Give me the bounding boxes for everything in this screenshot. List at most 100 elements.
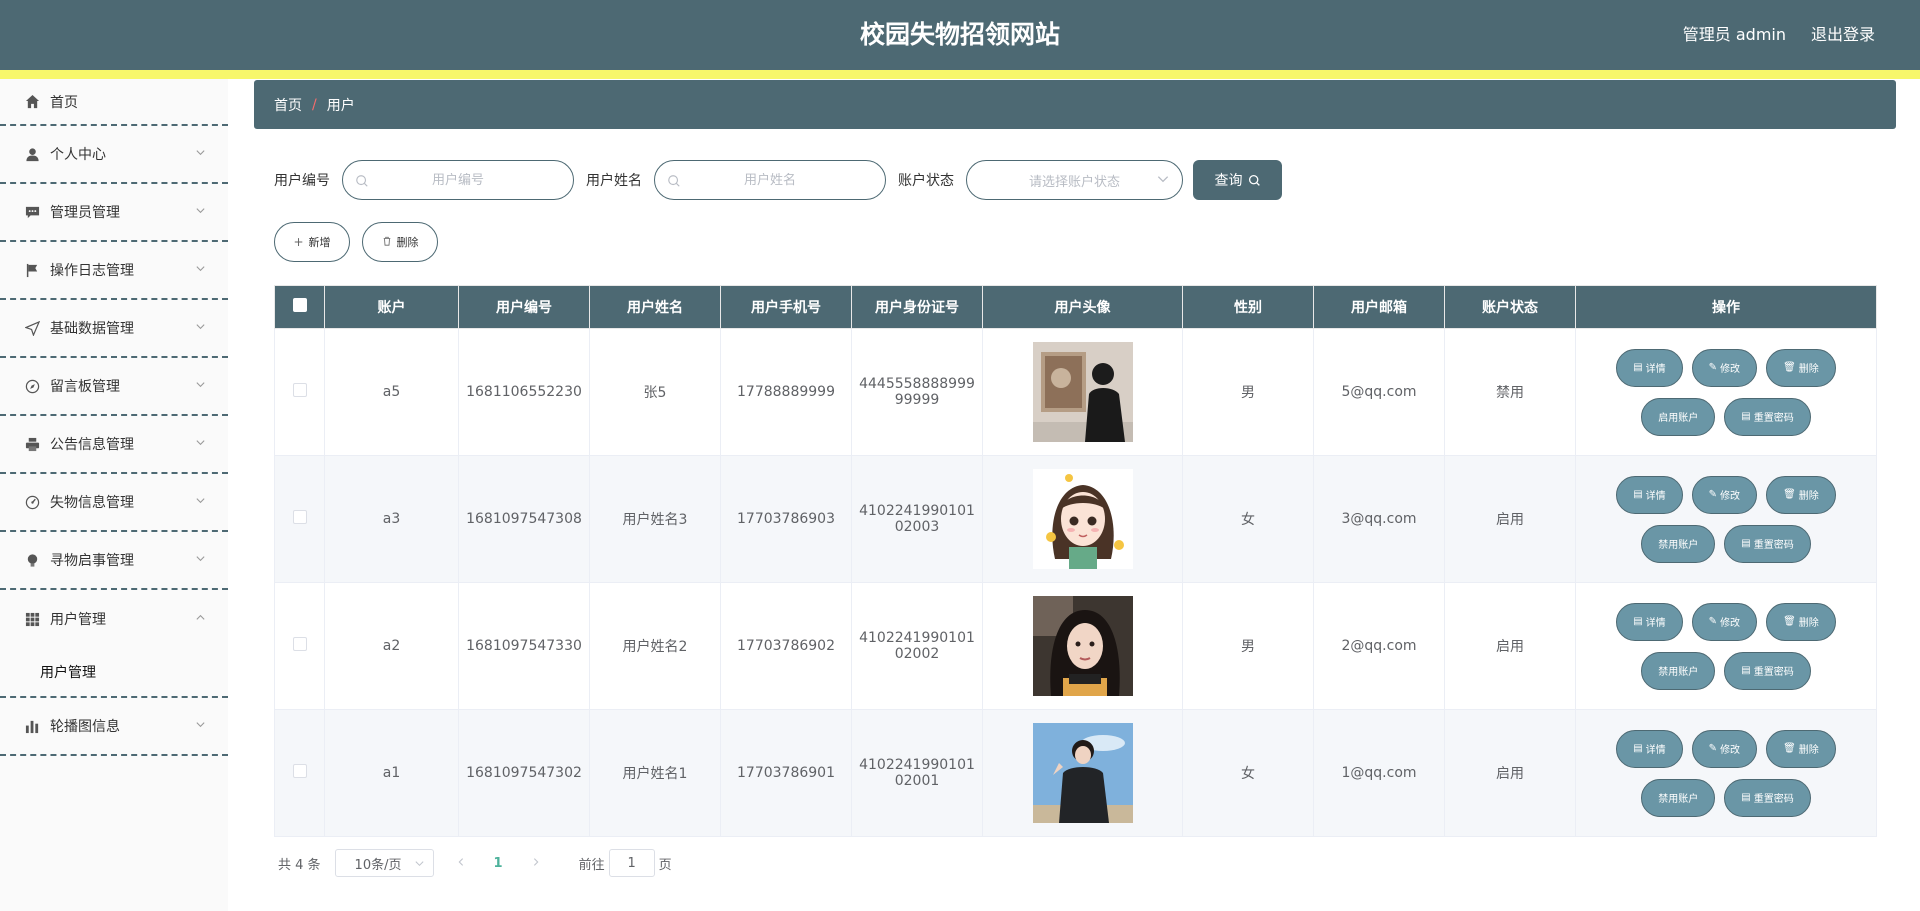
toggle-account-button[interactable]: 启用账户 [1641, 397, 1716, 436]
plus-icon: + [293, 235, 304, 249]
avatar-cell [982, 328, 1183, 456]
sidebar-item-home[interactable]: 首页 [0, 79, 228, 126]
page-size-select[interactable]: 10条/页 [334, 849, 434, 877]
name-cell: 用户姓名2 [589, 582, 721, 710]
sidebar-item-messages[interactable]: 留言板管理 [0, 358, 228, 416]
query-button[interactable]: 查询 [1193, 160, 1282, 200]
user-code-field[interactable] [342, 160, 574, 200]
toggle-account-button[interactable]: 禁用账户 [1641, 524, 1716, 563]
chevron-right-icon [533, 858, 539, 866]
column-header: 账户 [324, 285, 459, 329]
avatar-cell [982, 582, 1183, 710]
document-icon: ▤ [1741, 538, 1751, 549]
sidebar-item-lostitems[interactable]: 失物信息管理 [0, 474, 228, 532]
detail-button[interactable]: ▤ 详情 [1616, 729, 1683, 768]
id-card-cell: 4102241990101 02002 [851, 582, 983, 710]
chevron-down-icon [195, 437, 206, 451]
row-delete-button[interactable]: 🗑 删除 [1766, 602, 1836, 641]
chevron-down-icon [195, 321, 206, 335]
avatar-image[interactable] [1032, 342, 1133, 442]
chevron-down-icon [1156, 172, 1170, 190]
table-row: a1 1681097547302 用户姓名1 17703786901 41022… [274, 709, 1877, 837]
prev-page-button[interactable] [456, 855, 466, 871]
detail-button[interactable]: ▤ 详情 [1616, 602, 1683, 641]
detail-button[interactable]: ▤ 详情 [1616, 475, 1683, 514]
account-cell: a2 [324, 582, 459, 710]
delete-button[interactable]: 删除 [362, 222, 438, 262]
breadcrumb-separator: / [312, 96, 317, 113]
chevron-down-icon [195, 719, 206, 733]
avatar-image[interactable] [1032, 596, 1133, 696]
sidebar-item-oplog[interactable]: 操作日志管理 [0, 242, 228, 300]
detail-button[interactable]: ▤ 详情 [1616, 348, 1683, 387]
printer-icon [25, 437, 40, 452]
toolbar: + 新增 删除 [274, 222, 450, 262]
status-cell: 启用 [1444, 455, 1576, 583]
sidebar-item-notices[interactable]: 公告信息管理 [0, 416, 228, 474]
row-delete-button[interactable]: 🗑 删除 [1766, 348, 1836, 387]
sidebar-item-users[interactable]: 用户管理 [0, 590, 228, 648]
trash-icon: 🗑 [1783, 362, 1796, 373]
gender-cell: 女 [1182, 709, 1314, 837]
reset-password-button[interactable]: ▤ 重置密码 [1724, 651, 1811, 690]
trash-icon: 🗑 [1783, 616, 1796, 627]
phone-cell: 17703786903 [720, 455, 852, 583]
reset-password-button[interactable]: ▤ 重置密码 [1724, 397, 1811, 436]
toggle-account-button[interactable]: 禁用账户 [1641, 651, 1716, 690]
row-delete-button[interactable]: 🗑 删除 [1766, 475, 1836, 514]
breadcrumb-home[interactable]: 首页 [274, 95, 302, 115]
row-checkbox[interactable] [292, 510, 307, 524]
document-icon: ▤ [1633, 489, 1643, 500]
user-name-field[interactable] [654, 160, 886, 200]
sidebar-item-carousel[interactable]: 轮播图信息 [0, 698, 228, 756]
id-card-cell: 4445558888999 99999 [851, 328, 983, 456]
phone-cell: 17703786901 [720, 709, 852, 837]
avatar-cell [982, 709, 1183, 837]
sidebar-item-admin[interactable]: 管理员管理 [0, 184, 228, 242]
code-cell: 1681106552230 [458, 328, 590, 456]
toggle-account-button[interactable]: 禁用账户 [1641, 778, 1716, 817]
edit-button[interactable]: ✎ 修改 [1691, 729, 1758, 768]
user-code-input[interactable] [383, 172, 533, 188]
edit-button[interactable]: ✎ 修改 [1691, 475, 1758, 514]
select-all-checkbox[interactable] [292, 298, 307, 312]
row-delete-button[interactable]: 🗑 删除 [1766, 729, 1836, 768]
reset-password-button[interactable]: ▤ 重置密码 [1724, 778, 1811, 817]
logout-button[interactable]: 退出登录 [1811, 0, 1875, 70]
name-cell: 张5 [589, 328, 721, 456]
total-count: 共 4 条 [278, 857, 321, 873]
document-icon: ▤ [1741, 665, 1751, 676]
edit-button[interactable]: ✎ 修改 [1691, 602, 1758, 641]
select-all-cell [274, 285, 325, 329]
user-name-input[interactable] [695, 172, 845, 188]
account-cell: a5 [324, 328, 459, 456]
operations-cell: ▤ 详情 ✎ 修改 🗑 删除 启用账户 ▤ 重置密码 [1575, 328, 1877, 456]
sidebar-subitem-user-management[interactable]: 用户管理 [0, 648, 228, 698]
add-button[interactable]: + 新增 [274, 222, 350, 262]
reset-password-button[interactable]: ▤ 重置密码 [1724, 524, 1811, 563]
avatar-image[interactable] [1032, 469, 1133, 569]
row-checkbox[interactable] [292, 764, 307, 778]
email-cell: 2@qq.com [1313, 582, 1445, 710]
current-user: 管理员 admin [1682, 25, 1786, 44]
avatar-image[interactable] [1032, 723, 1133, 823]
document-icon: ▤ [1741, 792, 1751, 803]
next-page-button[interactable] [531, 855, 541, 871]
gender-cell: 男 [1182, 328, 1314, 456]
row-checkbox[interactable] [292, 637, 307, 651]
operations-cell: ▤ 详情 ✎ 修改 🗑 删除 禁用账户 ▤ 重置密码 [1575, 709, 1877, 837]
sidebar-item-basedata[interactable]: 基础数据管理 [0, 300, 228, 358]
current-page[interactable]: 1 [494, 856, 503, 871]
chevron-down-icon [195, 205, 206, 219]
account-status-select[interactable]: 请选择账户状态 [966, 160, 1183, 200]
column-header: 用户手机号 [720, 285, 852, 329]
name-cell: 用户姓名3 [589, 455, 721, 583]
accent-bar [0, 70, 1920, 79]
edit-button[interactable]: ✎ 修改 [1691, 348, 1758, 387]
sidebar-item-profile[interactable]: 个人中心 [0, 126, 228, 184]
row-checkbox[interactable] [292, 383, 307, 397]
goto-page-input[interactable] [608, 849, 655, 877]
top-bar: 校园失物招领网站 管理员 admin 退出登录 [0, 0, 1920, 70]
sidebar-item-seeking[interactable]: 寻物启事管理 [0, 532, 228, 590]
user-name-label: 用户姓名 [586, 173, 642, 189]
